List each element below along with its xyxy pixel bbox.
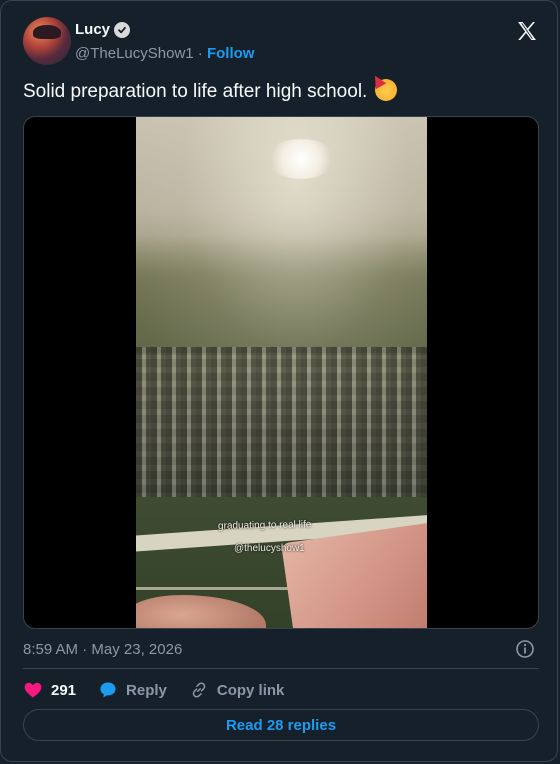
- graduation-crowd: [136, 347, 427, 507]
- heart-icon: [24, 682, 42, 698]
- reply-bubble-icon: [100, 682, 116, 698]
- read-replies-button[interactable]: Read 28 replies: [23, 709, 539, 741]
- handle-separator: ·: [197, 45, 203, 62]
- avatar[interactable]: [23, 17, 71, 65]
- tweet-text: Solid preparation to life after high sch…: [23, 72, 397, 103]
- video-player[interactable]: graduating to real life @thelucyshow1: [23, 116, 539, 629]
- info-icon[interactable]: [515, 639, 535, 659]
- tweet-body: Solid preparation to life after high sch…: [23, 81, 368, 102]
- copy-link-label: Copy link: [216, 681, 285, 699]
- follow-button[interactable]: Follow: [207, 45, 255, 62]
- tweet-actions: 291 Reply Copy link: [23, 678, 306, 702]
- author-handle[interactable]: @TheLucyShow1: [75, 45, 194, 62]
- timestamp-separator: ·: [82, 641, 88, 658]
- party-face-emoji-icon: [369, 72, 397, 101]
- reply-label: Reply: [126, 681, 167, 699]
- tweet-header: Lucy @TheLucyShow1 · Follow: [23, 17, 539, 65]
- tweet-date: May 23, 2026: [91, 641, 183, 658]
- author-name[interactable]: Lucy: [75, 21, 110, 38]
- author-handle-line: @TheLucyShow1 · Follow: [75, 45, 254, 62]
- reply-button[interactable]: Reply: [98, 680, 167, 700]
- tweet-time: 8:59 AM: [23, 641, 79, 658]
- video-caption-line1: graduating to real life: [217, 519, 312, 532]
- author-name-line: Lucy: [75, 21, 131, 38]
- tweet-card: Lucy @TheLucyShow1 · Follow Solid prepar…: [0, 0, 558, 762]
- copy-link-button[interactable]: Copy link: [189, 680, 285, 700]
- verified-badge-icon: [114, 21, 131, 38]
- video-frame[interactable]: graduating to real life @thelucyshow1: [136, 117, 427, 628]
- read-replies-label: Read 28 replies: [225, 716, 337, 734]
- video-caption-line2: @thelucyshow1: [234, 543, 305, 554]
- tweet-timestamp[interactable]: 8:59 AM · May 23, 2026: [23, 641, 182, 658]
- x-logo-icon[interactable]: [515, 19, 539, 43]
- link-icon: [192, 682, 206, 698]
- like-button[interactable]: 291: [23, 680, 76, 700]
- divider: [23, 668, 539, 669]
- like-count: 291: [51, 681, 77, 699]
